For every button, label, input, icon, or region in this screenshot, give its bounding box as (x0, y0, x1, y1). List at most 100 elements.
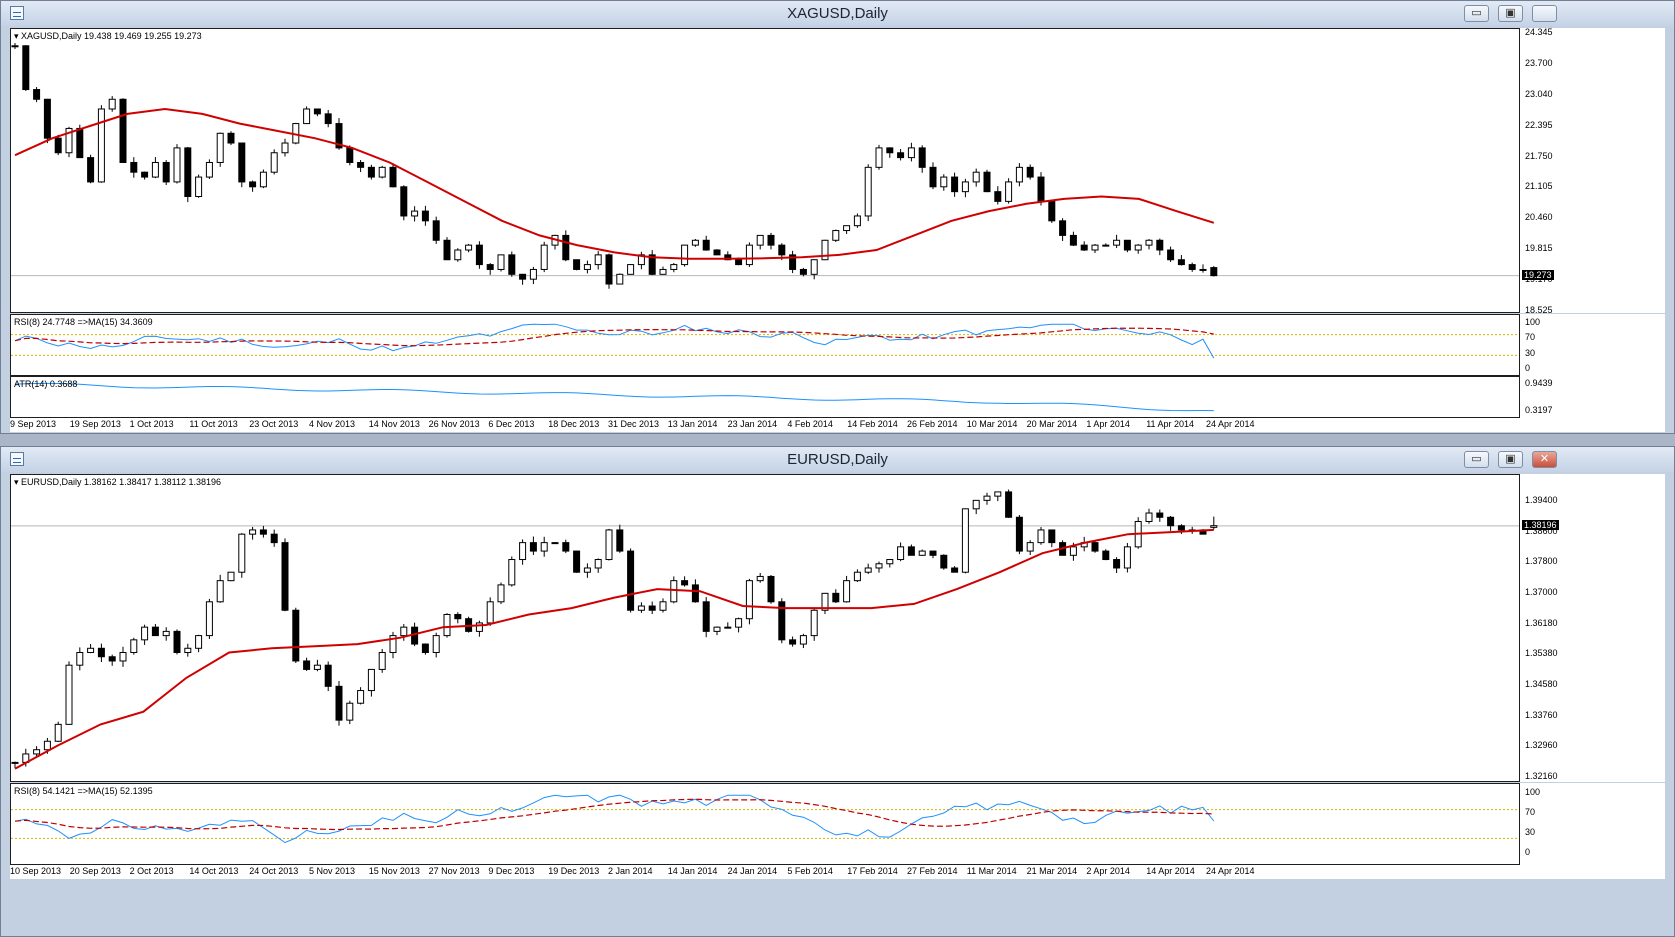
candle-body (886, 559, 894, 565)
candle-body (475, 244, 483, 266)
candle-body (767, 575, 775, 603)
date-axis-label: 27 Feb 2014 (907, 866, 958, 876)
candle-body (1177, 259, 1185, 266)
minimize-button[interactable]: ▭ (1464, 5, 1489, 22)
chart-info-text: XAGUSD,Daily 19.438 19.469 19.255 19.273 (21, 31, 202, 41)
candle-body (443, 239, 451, 261)
candle-body (281, 542, 289, 611)
candle-body (864, 166, 872, 217)
date-axis-label: 1 Apr 2014 (1086, 419, 1130, 429)
candle-body (767, 234, 775, 246)
candle-body (713, 249, 721, 256)
candle-body (1123, 239, 1131, 251)
date-axis-label: 19 Sep 2013 (69, 419, 121, 429)
date-axis-label: 11 Oct 2013 (189, 419, 238, 429)
candle-body (97, 108, 105, 183)
rsi-chart (11, 323, 1519, 359)
candle-body (583, 264, 591, 270)
candle-body (1188, 264, 1196, 270)
date-axis-label: 14 Apr 2014 (1146, 866, 1195, 876)
candle-body (519, 273, 527, 280)
candle-body (270, 152, 278, 173)
candle-body (1102, 244, 1110, 247)
candle-body (475, 622, 483, 632)
candle-body (616, 273, 624, 285)
rsi-ma-line (14, 798, 1214, 831)
date-axis[interactable]: 9 Sep 2013 19 Sep 2013 1 Oct 2013 11 Oct 20… (10, 418, 1665, 432)
candle-body (313, 108, 321, 115)
date-axis-label: 11 Mar 2014 (966, 866, 1017, 876)
candle-body (940, 554, 948, 569)
candle-body (529, 542, 537, 552)
candle-body (594, 559, 602, 569)
candle-body (130, 161, 138, 173)
candle-body (65, 664, 73, 725)
candle-body (184, 647, 192, 654)
price-chart-panel[interactable]: ▾ XAGUSD,Daily 19.438 19.469 19.255 19.2… (10, 28, 1520, 313)
candle-body (108, 656, 116, 662)
maximize-button[interactable]: ▣ (1498, 5, 1523, 22)
candle-body (324, 664, 332, 687)
candle-body (508, 254, 516, 275)
candle-body (400, 626, 408, 637)
candle-body (519, 542, 527, 561)
date-axis-label: 23 Jan 2014 (727, 419, 778, 429)
candle-body (929, 166, 937, 188)
date-axis-label: 14 Oct 2013 (189, 866, 239, 876)
date-axis-label: 26 Nov 2013 (428, 419, 480, 429)
rsi-panel[interactable]: RSI(8) 24.7748 =>MA(15) 34.3609 (10, 314, 1520, 376)
candle-body (907, 546, 915, 556)
price-scale-label: 70 (1525, 332, 1536, 343)
atr-panel[interactable]: ATR(14) 0.3688 (10, 376, 1520, 418)
candle-body (54, 723, 62, 742)
candle-body (1156, 512, 1164, 518)
candle-body (454, 249, 462, 261)
candle-body (886, 147, 894, 154)
date-axis-label: 24 Oct 2013 (249, 866, 299, 876)
candle-body (1167, 249, 1175, 261)
candle-body (1102, 550, 1110, 561)
date-axis-label: 1 Oct 2013 (129, 419, 174, 429)
candle-body (605, 529, 613, 561)
candle-body (713, 626, 721, 632)
price-scale-label: 19.815 (1525, 243, 1553, 254)
candle-body (918, 550, 926, 556)
maximize-button[interactable]: ▣ (1498, 451, 1523, 468)
date-axis-label: 5 Nov 2013 (309, 866, 356, 876)
date-axis-label: 2 Jan 2014 (608, 866, 653, 876)
candle-body (1123, 546, 1131, 569)
candle-body (724, 626, 732, 629)
price-scale-label: 30 (1525, 827, 1536, 837)
candle-body (119, 98, 127, 163)
candle-body (799, 268, 807, 275)
candle-body (119, 652, 127, 662)
rsi-panel[interactable]: RSI(8) 54.1421 =>MA(15) 52.1395 (10, 783, 1520, 865)
candle-body (551, 542, 559, 545)
rsi-line (14, 323, 1215, 359)
eurusd-title-bar[interactable]: EURUSD,Daily ▭ ▣ ✕ (1, 447, 1674, 472)
price-scale-label: 21.750 (1525, 150, 1553, 161)
candle-body (162, 161, 170, 183)
candle-body (1015, 166, 1023, 183)
candle-body (897, 152, 905, 159)
candle-body (367, 166, 375, 178)
date-axis[interactable]: 10 Sep 2013 20 Sep 2013 2 Oct 2013 14 Oct 2… (10, 865, 1665, 879)
xagusd-title-bar[interactable]: XAGUSD,Daily ▭ ▣ (1, 1, 1674, 26)
close-button[interactable] (1532, 5, 1557, 22)
price-chart-panel[interactable]: ▾ EURUSD,Daily 1.38162 1.38417 1.38112 1… (10, 474, 1520, 782)
candle-body (141, 626, 149, 641)
candle-body (853, 215, 861, 227)
minimize-button[interactable]: ▭ (1464, 451, 1489, 468)
candle-body (195, 176, 203, 198)
candle-body (983, 171, 991, 193)
date-axis-label: 5 Feb 2014 (787, 866, 833, 876)
close-button[interactable]: ✕ (1532, 451, 1557, 468)
candle-body (994, 191, 1002, 202)
eurusd-window[interactable]: EURUSD,Daily ▭ ▣ ✕ ▾ EURUSD,Daily 1.3816… (0, 446, 1675, 937)
price-scale-label: 0 (1525, 847, 1531, 857)
candle-body (745, 244, 753, 266)
price-scale-label: 24.345 (1525, 27, 1553, 37)
price-scale-label: 20.460 (1525, 212, 1553, 223)
date-axis-label: 17 Feb 2014 (847, 866, 898, 876)
xagusd-window[interactable]: XAGUSD,Daily ▭ ▣ ▾ XAGUSD,Daily 19.438 1… (0, 0, 1675, 434)
